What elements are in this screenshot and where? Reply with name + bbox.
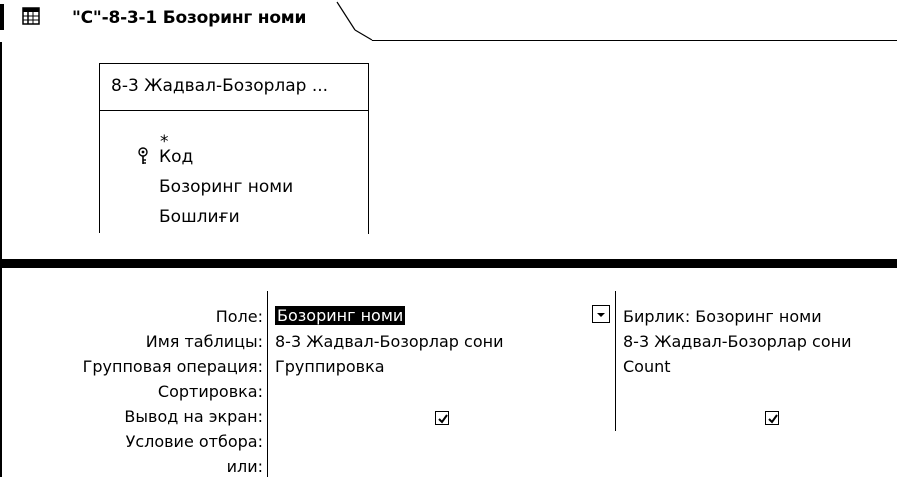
column-2-table[interactable]: 8-3 Жадвал-Бозорлар сони	[623, 332, 852, 351]
document-tab-bar: "С"-8-3-1 Бозоринг номи	[0, 0, 897, 42]
tab-outline	[336, 1, 373, 41]
field-item-bozoring-nomi[interactable]: Бозоринг номи	[159, 177, 293, 197]
field-item-boshligi[interactable]: Бошлиғи	[159, 207, 240, 227]
key-icon	[136, 147, 150, 165]
grid-column-separator[interactable]	[267, 291, 268, 477]
column-1-group[interactable]: Группировка	[275, 357, 385, 376]
grid-column-separator[interactable]	[615, 291, 616, 431]
checkmark-icon	[768, 414, 778, 424]
column-1-show-checkbox[interactable]	[435, 411, 449, 425]
row-label-show: Вывод на экран:	[124, 407, 263, 426]
tab-baseline	[372, 40, 897, 41]
field-item-kod[interactable]: Код	[159, 147, 193, 167]
field-list-title: 8-3 Жадвал-Бозорлар ...	[111, 76, 329, 96]
column-2-group[interactable]: Count	[623, 357, 671, 376]
row-label-criteria: Условие отбора:	[125, 432, 263, 451]
checkmark-icon	[438, 414, 448, 424]
column-2-field[interactable]: Бирлик: Бозоринг номи	[623, 307, 822, 326]
column-2-show-checkbox[interactable]	[765, 411, 779, 425]
row-label-sort: Сортировка:	[157, 382, 263, 401]
row-label-table: Имя таблицы:	[145, 332, 263, 351]
column-1-table[interactable]: 8-3 Жадвал-Бозорлар сони	[275, 332, 504, 351]
chevron-down-icon	[597, 313, 605, 317]
row-label-or: или:	[226, 457, 263, 476]
column-1-field[interactable]: Бозоринг номи	[275, 306, 406, 325]
field-list-edge	[368, 110, 369, 234]
pane-splitter[interactable]	[0, 259, 897, 268]
column-1-field-dropdown[interactable]	[592, 305, 610, 323]
row-label-group: Групповая операция:	[82, 357, 263, 376]
row-label-field: Поле:	[215, 307, 263, 326]
field-list-title-bar[interactable]: 8-3 Жадвал-Бозорлар ...	[100, 64, 368, 111]
